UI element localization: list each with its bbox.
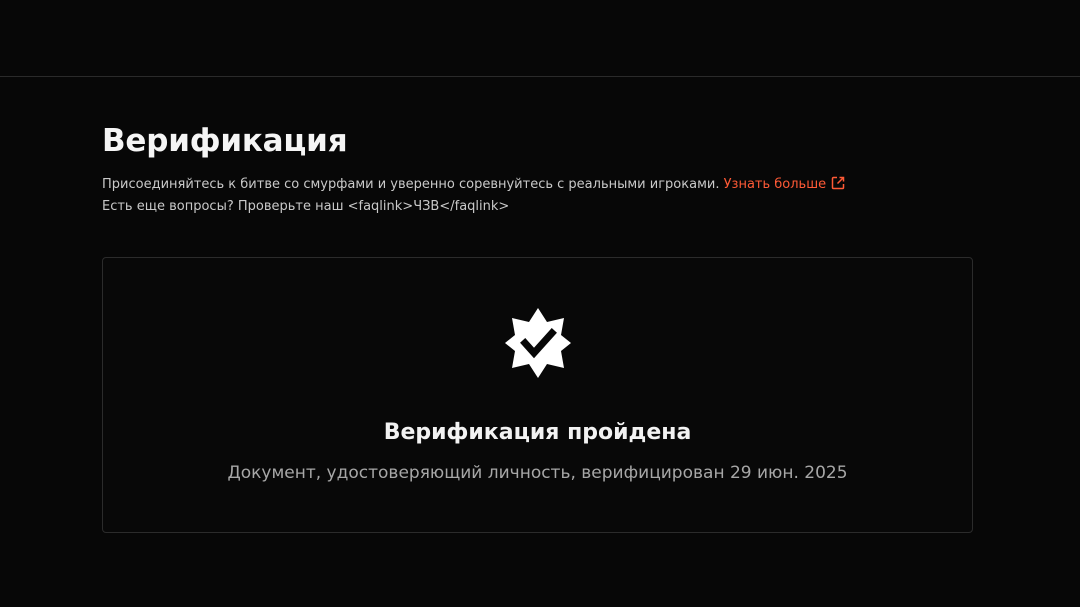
status-title: Верификация пройдена <box>383 420 692 445</box>
verified-badge-icon <box>504 308 571 378</box>
description: Присоединяйтесь к битве со смурфами и ув… <box>102 174 973 218</box>
status-subtitle: Документ, удостоверяющий личность, вериф… <box>227 463 848 483</box>
top-bar <box>0 0 1080 77</box>
learn-more-link[interactable]: Узнать больше <box>723 176 846 192</box>
description-text: Присоединяйтесь к битве со смурфами и ув… <box>102 177 720 192</box>
external-link-icon <box>831 176 845 190</box>
description-line: Присоединяйтесь к битве со смурфами и ув… <box>102 174 973 196</box>
page-title: Верификация <box>102 123 348 159</box>
verification-section: Верификация Присоединяйтесь к битве со с… <box>102 120 973 218</box>
verification-status-card: Верификация пройдена Документ, удостовер… <box>102 257 973 533</box>
faq-line: Есть еще вопросы? Проверьте наш <faqlink… <box>102 199 510 214</box>
learn-more-label: Узнать больше <box>723 177 827 192</box>
